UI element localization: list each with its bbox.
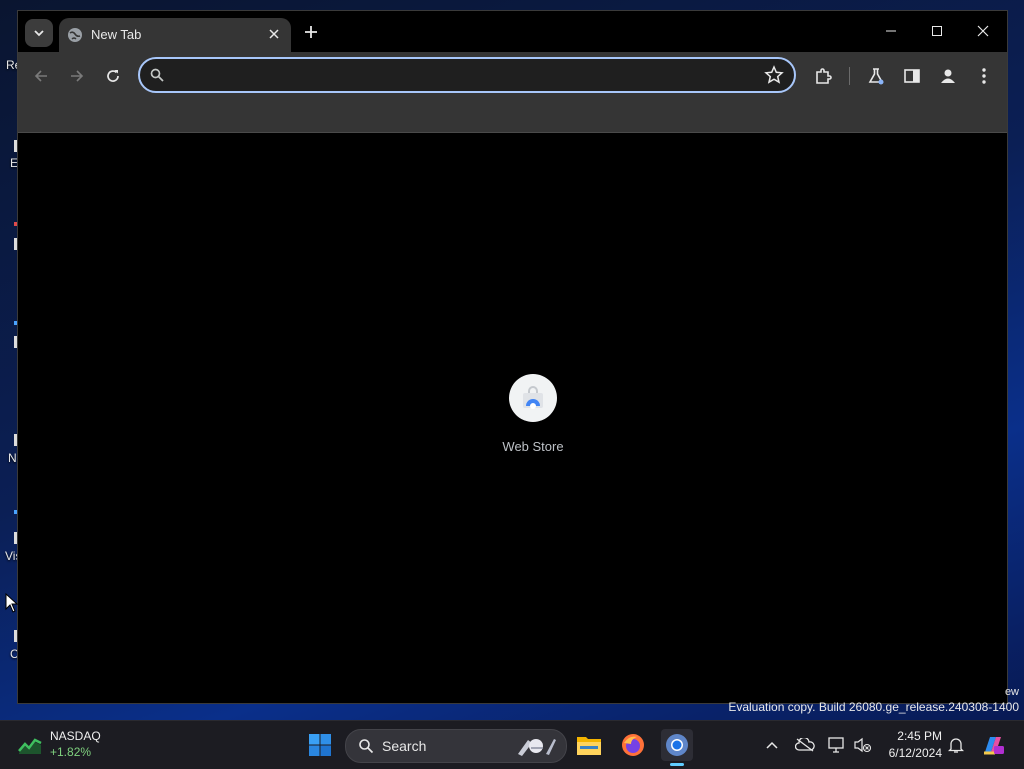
stock-change: +1.82% — [50, 745, 92, 759]
close-icon — [977, 25, 989, 37]
plus-icon — [305, 26, 317, 38]
tab-search-button[interactable] — [25, 19, 53, 47]
search-icon — [150, 68, 164, 82]
tab-title: New Tab — [91, 27, 142, 42]
side-panel-button[interactable] — [901, 65, 923, 87]
active-app-indicator — [670, 763, 684, 766]
clock-time: 2:45 PM — [897, 729, 942, 743]
extensions-button[interactable] — [812, 65, 834, 87]
clock-date: 6/12/2024 — [888, 746, 942, 760]
bell-icon — [948, 738, 964, 753]
stock-widget[interactable]: NASDAQ +1.82% — [18, 728, 128, 762]
search-label: Search — [382, 738, 427, 754]
onedrive-tray-button[interactable] — [795, 735, 815, 755]
minimize-icon — [886, 30, 896, 32]
new-tab-page: Web Store — [18, 133, 1007, 703]
show-hidden-icons-button[interactable] — [762, 735, 782, 755]
forward-button[interactable] — [65, 64, 89, 88]
tab-close-button[interactable] — [265, 25, 283, 43]
network-tray-button[interactable] — [827, 735, 847, 755]
maximize-button[interactable] — [915, 17, 959, 45]
new-tab-button[interactable] — [300, 21, 322, 43]
mouse-cursor-icon — [5, 593, 19, 613]
desktop-icon-label[interactable]: N — [8, 451, 17, 465]
browser-toolbar — [18, 52, 1007, 98]
firefox-button[interactable] — [617, 729, 649, 761]
copilot-button[interactable] — [980, 735, 1006, 755]
side-panel-icon — [904, 69, 920, 83]
globe-icon — [68, 28, 82, 42]
person-icon — [941, 69, 955, 83]
arrow-right-icon — [71, 70, 84, 82]
maximize-icon — [932, 26, 942, 36]
more-vertical-icon — [982, 68, 986, 84]
stock-chart-icon — [18, 738, 42, 754]
bookmarks-bar — [18, 98, 1007, 133]
system-clock[interactable]: 2:45 PM 6/12/2024 — [876, 728, 942, 762]
address-input[interactable] — [172, 64, 756, 88]
start-button[interactable] — [304, 729, 336, 761]
volume-muted-icon — [854, 737, 872, 753]
copilot-icon — [984, 737, 1004, 755]
chevron-down-icon — [34, 30, 44, 37]
flask-icon — [868, 68, 884, 85]
toolbar-separator — [849, 67, 850, 85]
tab-new-tab[interactable]: New Tab — [59, 18, 291, 52]
chevron-up-icon — [766, 741, 778, 749]
taskbar-search[interactable]: Search — [345, 729, 567, 763]
volume-tray-button[interactable] — [853, 735, 873, 755]
taskbar: NASDAQ +1.82% Search 2:45 PM 6/12/2024 — [0, 720, 1024, 769]
reload-icon — [107, 70, 119, 82]
watermark-partial: ew — [1004, 686, 1019, 698]
search-highlight-icon — [518, 739, 556, 756]
close-window-button[interactable] — [961, 17, 1005, 45]
reload-button[interactable] — [101, 64, 125, 88]
network-icon — [828, 737, 844, 753]
profile-button[interactable] — [937, 65, 959, 87]
shortcut-web-store[interactable]: Web Store — [478, 373, 588, 463]
close-icon — [269, 29, 279, 39]
labs-button[interactable] — [865, 65, 887, 87]
search-icon — [359, 739, 374, 754]
web-store-icon — [523, 386, 543, 409]
chrome-taskbar-button[interactable] — [661, 729, 693, 761]
folder-icon — [577, 737, 601, 755]
chrome-icon — [666, 734, 688, 756]
shortcut-icon-container — [509, 374, 557, 422]
back-button[interactable] — [29, 64, 53, 88]
title-bar[interactable]: New Tab — [18, 11, 1007, 52]
minimize-button[interactable] — [869, 17, 913, 45]
browser-window: New Tab Web Store — [17, 10, 1008, 704]
firefox-icon — [622, 734, 644, 756]
address-bar[interactable] — [138, 57, 796, 93]
star-icon[interactable] — [764, 65, 784, 85]
menu-button[interactable] — [973, 65, 995, 87]
windows-logo-icon — [309, 734, 331, 756]
stock-name: NASDAQ — [50, 729, 101, 743]
arrow-left-icon — [34, 70, 47, 82]
shortcut-label: Web Store — [502, 439, 564, 454]
notifications-button[interactable] — [946, 735, 966, 755]
evaluation-watermark: Evaluation copy. Build 26080.ge_release.… — [728, 700, 1019, 714]
file-explorer-button[interactable] — [573, 729, 605, 761]
puzzle-icon — [816, 68, 832, 84]
cloud-offline-icon — [795, 738, 815, 752]
